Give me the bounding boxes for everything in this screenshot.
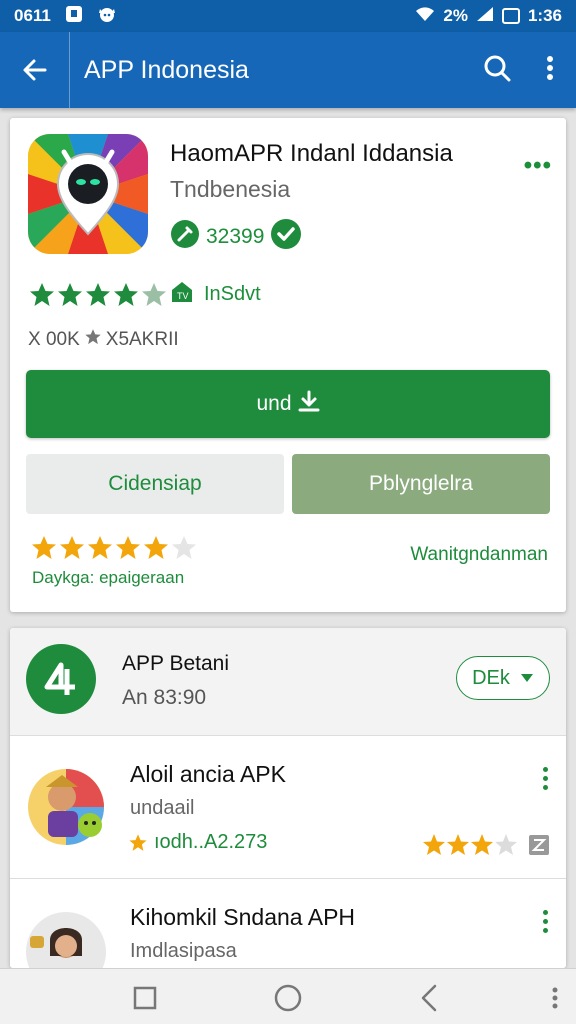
list-item-meta-text: ıodh..A2.273 [154, 831, 268, 853]
download-icon [298, 390, 320, 418]
list-item-menu-button[interactable] [540, 910, 550, 933]
rating-caption: Daykga: epaigeraan [32, 568, 185, 587]
nav-menu-button[interactable] [538, 981, 572, 1015]
dropdown-label: DEk [472, 666, 510, 689]
recent-apps-button[interactable] [128, 981, 162, 1015]
size-text: X5AKRII [105, 329, 179, 350]
list-item[interactable]: Aloil ancia APK undaail ıodh..A2.273 [10, 737, 566, 879]
rating-stars-icon [423, 834, 517, 855]
system-nav-bar [0, 968, 576, 1024]
downloads-text: X 00K [28, 329, 80, 350]
app-thumbnail [24, 900, 108, 968]
category-title: APP Betani [122, 652, 230, 675]
secondary-button-right[interactable]: Pblynglelra [292, 454, 550, 514]
list-item-subtitle: undaail [130, 797, 195, 819]
cat-notification-icon [97, 5, 117, 28]
rating-row: TV InSdvt [28, 280, 261, 309]
category-icon [26, 644, 96, 714]
install-button[interactable]: und [26, 370, 550, 438]
category-subtitle: An 83:90 [122, 686, 207, 709]
star-small-icon [84, 328, 102, 352]
meta-row: X 00K X5AKRII [28, 328, 179, 352]
signal-text: 2% [443, 6, 468, 25]
category-header: APP Betani An 83:90 DEk [10, 628, 566, 736]
svg-text:TV: TV [177, 291, 189, 301]
recent-apps-icon [133, 986, 157, 1010]
app-thumbnail [24, 757, 108, 851]
app-bar: APP Indonesia [0, 32, 576, 108]
list-item-title: Aloil ancia APK [130, 761, 286, 787]
back-icon [421, 984, 437, 1012]
store-badge-icon: TV [170, 280, 194, 309]
user-rating-stars[interactable] [30, 534, 200, 562]
battery-icon [501, 8, 520, 24]
install-label: und [256, 392, 292, 415]
wifi-icon [415, 6, 435, 27]
related-apps-card: APP Betani An 83:90 DEk Aloil ancia APK … [10, 628, 566, 968]
secondary-button-left[interactable]: Cidensiap [26, 454, 284, 514]
badge-row: 32399 [170, 218, 302, 255]
star-icon [129, 833, 147, 851]
chevron-down-icon [520, 674, 533, 682]
back-button[interactable] [0, 32, 70, 108]
app-bar-title: APP Indonesia [84, 55, 249, 84]
verified-icon [270, 218, 302, 255]
more-vert-icon [547, 55, 553, 80]
home-button[interactable] [271, 981, 305, 1015]
bookmark-icon [529, 835, 549, 855]
star-row-icon [32, 536, 196, 559]
list-item-subtitle: Imdlasipasa [130, 940, 237, 962]
category-dropdown[interactable]: DEk [456, 656, 550, 700]
app-icon[interactable] [28, 134, 148, 254]
status-bar: 0611 2% 1:36 [0, 0, 576, 32]
more-vert-icon [552, 987, 558, 1009]
developer-name[interactable]: Tndbenesia [170, 176, 290, 203]
edit-badge-icon [170, 219, 200, 254]
list-item-title: Kihomkil Sndana APH [130, 904, 356, 930]
list-item[interactable]: Kihomkil Sndana APH Imdlasipasa [10, 880, 566, 968]
status-time-left: 0611 [14, 6, 51, 25]
app-name: HaomAPR Indanl Iddansia [170, 140, 453, 167]
overflow-menu-button[interactable] [546, 55, 554, 86]
list-item-menu-button[interactable] [540, 767, 550, 790]
app-overflow-button[interactable]: ••• [524, 152, 552, 180]
search-button[interactable] [482, 53, 512, 88]
badge-number: 32399 [206, 224, 265, 248]
arrow-left-icon [23, 59, 46, 81]
list-item-meta: ıodh..A2.273 [128, 831, 267, 854]
nav-back-button[interactable] [412, 981, 446, 1015]
signal-icon [476, 6, 494, 27]
notification-icon [65, 5, 83, 28]
rating-label: InSdvt [204, 283, 261, 305]
list-item-rating [422, 833, 550, 857]
rating-stars [30, 282, 166, 306]
status-time-right: 1:36 [527, 6, 562, 25]
see-more-link[interactable]: Wanitgndanman [410, 544, 548, 566]
app-detail-card: HaomAPR Indanl Iddansia ••• Tndbenesia 3… [10, 118, 566, 612]
home-icon [274, 984, 302, 1012]
search-icon [484, 55, 511, 81]
